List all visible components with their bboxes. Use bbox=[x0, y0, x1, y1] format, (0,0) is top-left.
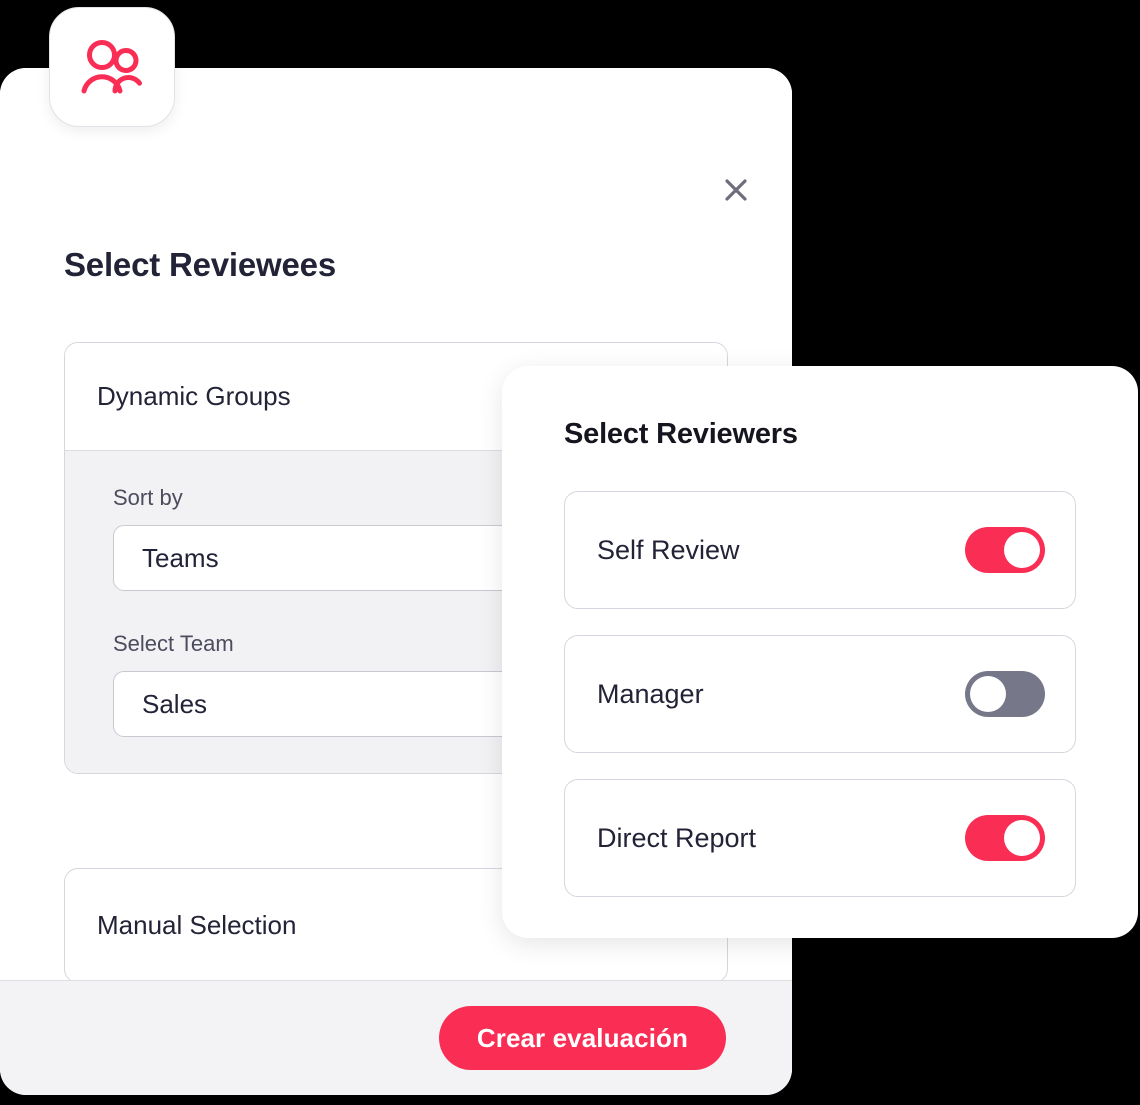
option-manual-selection-label: Manual Selection bbox=[97, 910, 297, 940]
toggle-row-direct-report[interactable]: Direct Report bbox=[564, 779, 1076, 897]
toggle-switch-manager[interactable] bbox=[965, 671, 1045, 717]
users-icon bbox=[81, 40, 142, 94]
dialog-icon-badge bbox=[49, 7, 175, 127]
option-dynamic-groups-label: Dynamic Groups bbox=[97, 381, 291, 411]
toggle-label-manager: Manager bbox=[597, 678, 704, 709]
page-title: Select Reviewees bbox=[64, 246, 336, 283]
toggle-knob bbox=[1004, 532, 1040, 568]
toggle-row-manager[interactable]: Manager bbox=[564, 635, 1076, 753]
select-reviewers-dialog: Select Reviewers Self Review Manager Dir… bbox=[502, 366, 1138, 938]
close-icon[interactable] bbox=[714, 168, 758, 212]
screenshot-stage: Select Reviewees Dynamic Groups Sort by … bbox=[0, 0, 1140, 1105]
select-team-value: Sales bbox=[142, 688, 208, 719]
dialog-footer: Crear evaluación bbox=[0, 980, 792, 1095]
toggle-row-self-review[interactable]: Self Review bbox=[564, 491, 1076, 609]
toggle-switch-direct-report[interactable] bbox=[965, 815, 1045, 861]
crear-evaluacion-button[interactable]: Crear evaluación bbox=[438, 1006, 726, 1070]
toggle-label-direct-report: Direct Report bbox=[597, 822, 757, 853]
toggle-switch-self-review[interactable] bbox=[965, 527, 1045, 573]
reviewers-title: Select Reviewers bbox=[564, 418, 798, 450]
toggle-knob bbox=[970, 676, 1006, 712]
sort-by-value: Teams bbox=[142, 542, 219, 573]
toggle-label-self-review: Self Review bbox=[597, 534, 740, 565]
toggle-knob bbox=[1004, 820, 1040, 856]
